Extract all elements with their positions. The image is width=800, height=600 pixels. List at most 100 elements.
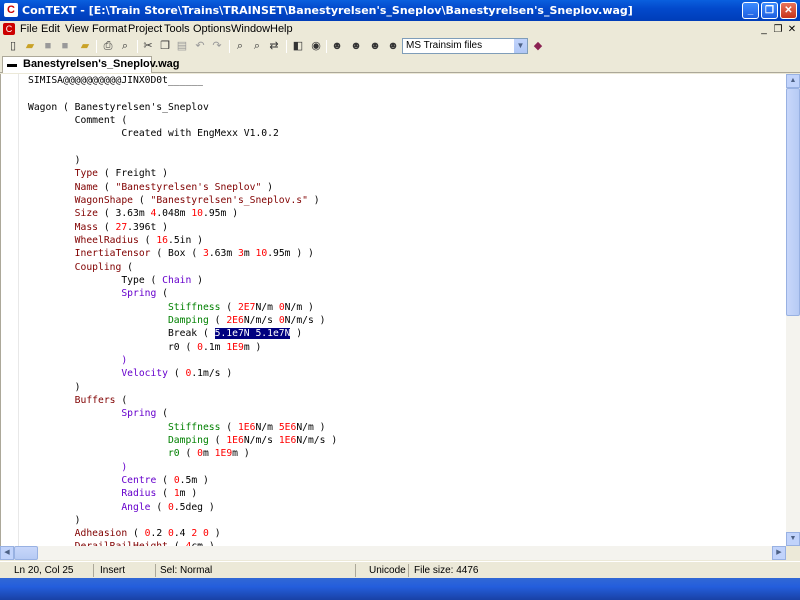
code-token: Coupling xyxy=(28,261,122,273)
menu-view[interactable]: View xyxy=(65,23,89,35)
code-line[interactable]: Size ( 3.63m 4.048m 10.95m ) xyxy=(28,207,337,220)
code-line[interactable]: Type ( Chain ) xyxy=(28,274,337,287)
code-line[interactable]: Damping ( 2E6N/m/s 0N/m/s ) xyxy=(28,314,337,327)
open-project-icon[interactable]: ▰ xyxy=(78,39,92,53)
replace-icon[interactable]: ⇄ xyxy=(267,39,281,53)
code-token: 2E6 xyxy=(226,314,244,326)
menu-project[interactable]: Project xyxy=(128,23,162,35)
undo-icon[interactable]: ↶ xyxy=(193,39,207,53)
code-line[interactable]: ) xyxy=(28,354,337,367)
code-line[interactable]: Stiffness ( 2E7N/m 0N/m ) xyxy=(28,301,337,314)
code-line[interactable]: Break ( 5.1e7N 5.1e7N ) xyxy=(28,327,337,340)
code-line[interactable]: WheelRadius ( 16.5in ) xyxy=(28,234,337,247)
code-line[interactable]: ) xyxy=(28,154,337,167)
code-token: ) xyxy=(290,328,303,340)
find-icon[interactable]: ⌕ xyxy=(233,39,247,53)
code-line[interactable]: Name ( "Banestyrelsen's Sneplov" ) xyxy=(28,181,337,194)
cut-icon[interactable]: ✂ xyxy=(141,39,155,53)
code-line[interactable]: Velocity ( 0.1m/s ) xyxy=(28,367,337,380)
bookmark-icon[interactable]: ◧ xyxy=(291,39,305,53)
code-token: ( xyxy=(98,181,116,193)
horizontal-scrollbar[interactable]: ◀ ▶ xyxy=(0,546,786,560)
menu-options[interactable]: Options xyxy=(193,23,231,35)
toolbar-separator xyxy=(286,40,287,53)
code-line[interactable]: r0 ( 0m 1E9m ) xyxy=(28,447,337,460)
tab-file[interactable]: ▬ Banestyrelsen's_Sneplov.wag xyxy=(2,56,179,73)
scroll-up-icon[interactable]: ▲ xyxy=(786,74,800,88)
print-preview-icon[interactable]: ⌕ xyxy=(118,39,132,53)
code-area[interactable]: SIMISA@@@@@@@@@@JINX0D0t______ Wagon ( Ba… xyxy=(28,74,337,546)
mdi-restore-button[interactable]: ❐ xyxy=(771,23,785,36)
code-line[interactable]: ) xyxy=(28,461,337,474)
close-button[interactable]: ✕ xyxy=(780,2,797,19)
save-icon[interactable]: ■ xyxy=(41,39,55,53)
user-command-4-icon[interactable]: ☻ xyxy=(386,39,400,53)
code-line[interactable]: Type ( Freight ) xyxy=(28,167,337,180)
save-all-icon[interactable]: ■ xyxy=(58,39,72,53)
code-line[interactable]: SIMISA@@@@@@@@@@JINX0D0t______ xyxy=(28,74,337,87)
mdi-close-button[interactable]: ✕ xyxy=(785,23,799,36)
code-line[interactable]: Spring ( xyxy=(28,287,337,300)
horizontal-scroll-thumb[interactable] xyxy=(14,546,38,560)
title-bar[interactable]: C ConTEXT - [E:\Train Store\Trains\TRAIN… xyxy=(0,0,800,21)
scroll-left-icon[interactable]: ◀ xyxy=(0,546,14,560)
code-line[interactable]: ) xyxy=(28,381,337,394)
code-token: ( xyxy=(156,474,174,486)
chevron-down-icon[interactable]: ▼ xyxy=(514,39,527,53)
vertical-scroll-thumb[interactable] xyxy=(786,88,800,316)
print-icon[interactable]: ⎙ xyxy=(101,39,115,53)
code-line[interactable]: Damping ( 1E6N/m/s 1E6N/m/s ) xyxy=(28,434,337,447)
maximize-button[interactable]: ❐ xyxy=(761,2,778,19)
code-token: ) xyxy=(156,221,169,233)
code-line[interactable]: WagonShape ( "Banestyrelsen's_Sneplov.s"… xyxy=(28,194,337,207)
paste-icon[interactable]: ▤ xyxy=(175,39,189,53)
code-line[interactable]: InertiaTensor ( Box ( 3.63m 3m 10.95m ) … xyxy=(28,247,337,260)
code-line[interactable]: Stiffness ( 1E6N/m 5E6N/m ) xyxy=(28,421,337,434)
code-line[interactable]: Centre ( 0.5m ) xyxy=(28,474,337,487)
user-command-1-icon[interactable]: ☻ xyxy=(330,39,344,53)
vertical-scrollbar[interactable]: ▲ ▼ xyxy=(786,74,800,546)
code-line[interactable] xyxy=(28,141,337,154)
redo-icon[interactable]: ↷ xyxy=(210,39,224,53)
code-token: Adheasion xyxy=(28,528,128,540)
code-line[interactable]: Angle ( 0.5deg ) xyxy=(28,501,337,514)
document-icon[interactable]: C xyxy=(3,23,15,35)
menu-bar: C File Edit View Format Project Tools Op… xyxy=(0,21,800,38)
menu-file[interactable]: File xyxy=(20,23,38,35)
edit-mode: Insert xyxy=(100,564,156,577)
encoding: Unicode xyxy=(369,564,409,577)
find-next-icon[interactable]: ⌕ xyxy=(250,39,264,53)
code-line[interactable]: ) xyxy=(28,514,337,527)
scroll-down-icon[interactable]: ▼ xyxy=(786,532,800,546)
menu-tools[interactable]: Tools xyxy=(164,23,190,35)
code-line[interactable]: Adheasion ( 0.2 0.4 2 0 ) xyxy=(28,527,337,540)
code-line[interactable]: Radius ( 1m ) xyxy=(28,487,337,500)
code-line[interactable]: Coupling ( xyxy=(28,261,337,274)
code-line[interactable]: r0 ( 0.1m 1E9m ) xyxy=(28,341,337,354)
code-line[interactable] xyxy=(28,87,337,100)
user-command-2-icon[interactable]: ☻ xyxy=(349,39,363,53)
highlighter-value: MS Trainsim files xyxy=(406,40,483,51)
app-icon[interactable]: C xyxy=(4,3,18,17)
menu-help[interactable]: Help xyxy=(270,23,293,35)
editor[interactable]: SIMISA@@@@@@@@@@JINX0D0t______ Wagon ( Ba… xyxy=(0,74,786,546)
mdi-minimize-button[interactable]: _ xyxy=(757,23,771,36)
code-line[interactable]: Comment ( xyxy=(28,114,337,127)
menu-window[interactable]: Window xyxy=(231,23,270,35)
minimize-button[interactable]: _ xyxy=(742,2,759,19)
code-line[interactable]: Wagon ( Banestyrelsen's_Sneplov xyxy=(28,101,337,114)
user-command-3-icon[interactable]: ☻ xyxy=(368,39,382,53)
code-line[interactable]: Spring ( xyxy=(28,407,337,420)
code-line[interactable]: Buffers ( xyxy=(28,394,337,407)
highlighter-book-icon[interactable]: ◆ xyxy=(531,39,545,53)
menu-format[interactable]: Format xyxy=(92,23,127,35)
scroll-right-icon[interactable]: ▶ xyxy=(772,546,786,560)
code-line[interactable]: Created with EngMexx V1.0.2 xyxy=(28,127,337,140)
new-file-icon[interactable]: ▯ xyxy=(6,39,20,53)
code-line[interactable]: Mass ( 27.396t ) xyxy=(28,221,337,234)
open-folder-icon[interactable]: ▰ xyxy=(23,39,37,53)
word-wrap-icon[interactable]: ◉ xyxy=(309,39,323,53)
menu-edit[interactable]: Edit xyxy=(41,23,60,35)
copy-icon[interactable]: ❐ xyxy=(158,39,172,53)
highlighter-select[interactable]: MS Trainsim files ▼ xyxy=(402,38,528,54)
